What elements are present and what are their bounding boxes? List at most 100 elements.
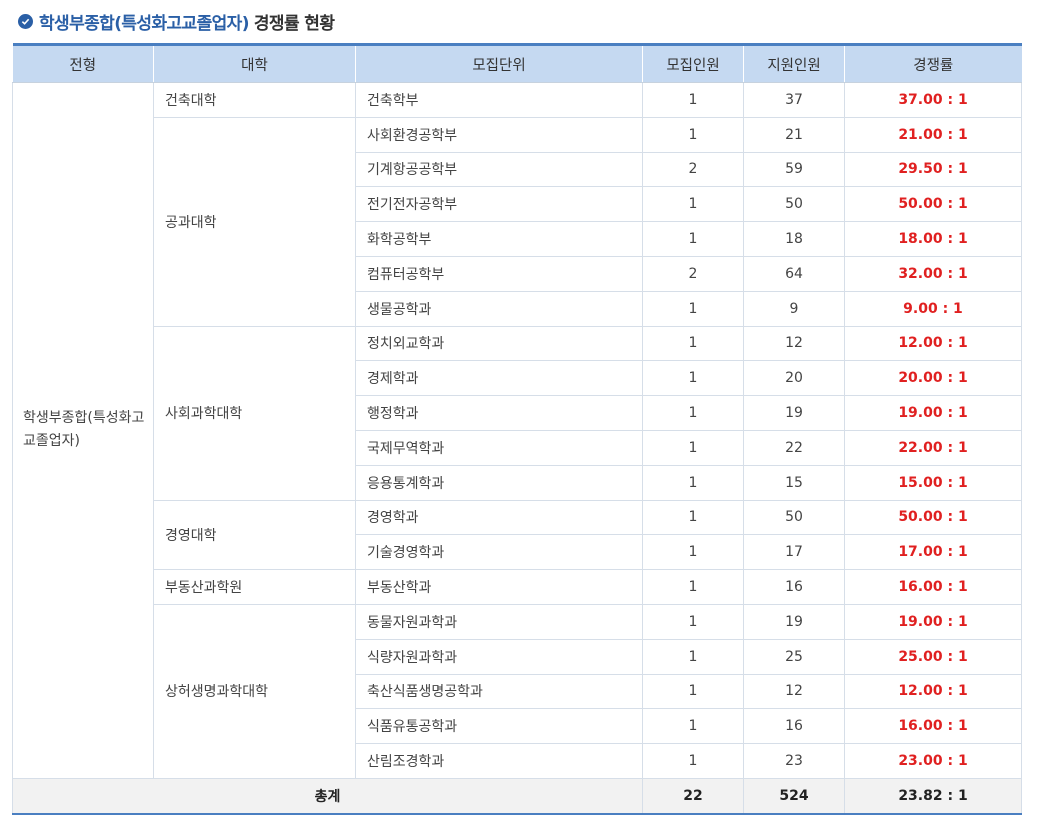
quota-cell: 1 (642, 500, 744, 536)
applicants-cell: 59 (743, 152, 845, 188)
unit-cell: 행정학과 (355, 395, 643, 431)
quota-cell: 1 (642, 569, 744, 605)
section-title-primary: 학생부종합(특성화고교졸업자) (39, 14, 249, 34)
applicants-cell: 23 (743, 743, 845, 779)
rate-cell: 19.00 : 1 (844, 395, 1022, 431)
unit-cell: 컴퓨터공학부 (355, 256, 643, 292)
quota-cell: 1 (642, 117, 744, 153)
unit-cell: 축산식품생명공학과 (355, 674, 643, 710)
quota-cell: 1 (642, 639, 744, 675)
rate-cell: 23.00 : 1 (844, 743, 1022, 779)
college-cell: 공과대학 (153, 117, 356, 327)
rate-cell: 19.00 : 1 (844, 604, 1022, 640)
rate-cell: 32.00 : 1 (844, 256, 1022, 292)
unit-cell: 경영학과 (355, 500, 643, 536)
applicants-cell: 21 (743, 117, 845, 153)
applicants-cell: 50 (743, 186, 845, 223)
quota-cell: 1 (642, 221, 744, 257)
table-body: 학생부종합(특성화고교졸업자) 건축대학 건축학부 1 37 37.00 : 1 공과대학 사… (12, 82, 1022, 779)
applicants-cell: 18 (743, 221, 845, 257)
quota-cell: 1 (642, 708, 744, 745)
college-cell: 사회과학대학 (153, 326, 356, 501)
college-cell: 상허생명과학대학 (153, 604, 356, 779)
rate-cell: 12.00 : 1 (844, 326, 1022, 362)
header-cell: 전형 (12, 43, 154, 83)
rate-cell: 12.00 : 1 (844, 674, 1022, 710)
applicants-cell: 20 (743, 360, 845, 397)
applicants-cell: 12 (743, 326, 845, 362)
unit-cell: 전기전자공학부 (355, 186, 643, 223)
check-circle-icon (18, 14, 33, 29)
rate-cell: 25.00 : 1 (844, 639, 1022, 675)
header-cell: 모집단위 (355, 43, 643, 83)
applicants-cell: 15 (743, 465, 845, 501)
header-cell: 지원인원 (743, 43, 845, 83)
rate-cell: 22.00 : 1 (844, 430, 1022, 466)
applicants-cell: 25 (743, 639, 845, 675)
college-cell: 부동산과학원 (153, 569, 356, 605)
unit-cell: 경제학과 (355, 360, 643, 397)
applicants-cell: 16 (743, 708, 845, 745)
unit-cell: 식품유통공학과 (355, 708, 643, 745)
section-title: 학생부종합(특성화고교졸업자) 경쟁률 현황 (18, 9, 335, 34)
quota-cell: 1 (642, 674, 744, 710)
unit-cell: 사회환경공학부 (355, 117, 643, 153)
applicants-cell: 16 (743, 569, 845, 605)
unit-cell: 기계항공공학부 (355, 152, 643, 188)
rate-cell: 21.00 : 1 (844, 117, 1022, 153)
unit-cell: 동물자원과학과 (355, 604, 643, 640)
quota-cell: 1 (642, 82, 744, 118)
competition-rate-table: 전형 대학 모집단위 모집인원 지원인원 경쟁률 학생부종합(특성화고교졸업자)… (12, 43, 1022, 815)
total-label: 총계 (12, 778, 643, 815)
table-row: 공과대학 사회환경공학부 1 21 21.00 : 1 (13, 117, 1022, 327)
college-cell: 건축대학 (153, 82, 356, 118)
unit-cell: 식량자원과학과 (355, 639, 643, 675)
unit-cell: 국제무역학과 (355, 430, 643, 466)
unit-cell: 산림조경학과 (355, 743, 643, 779)
applicants-cell: 17 (743, 534, 845, 571)
section-title-secondary: 경쟁률 현황 (253, 14, 335, 34)
header-cell: 대학 (153, 43, 356, 83)
rate-cell: 29.50 : 1 (844, 152, 1022, 188)
quota-cell: 1 (642, 186, 744, 223)
total-quota: 22 (642, 778, 744, 815)
header-cell: 경쟁률 (844, 43, 1022, 83)
quota-cell: 1 (642, 291, 744, 327)
table-row: 학생부종합(특성화고교졸업자) 건축대학 건축학부 1 37 37.00 : 1 (12, 82, 1022, 779)
unit-cell: 건축학부 (355, 82, 643, 118)
header-cell: 모집인원 (642, 43, 744, 83)
unit-cell: 화학공학부 (355, 221, 643, 257)
applicants-cell: 50 (743, 500, 845, 536)
applicants-cell: 9 (743, 291, 845, 327)
table-row: 상허생명과학대학 동물자원과학과 1 19 19.00 : 1 (13, 604, 1022, 779)
quota-cell: 1 (642, 534, 744, 571)
quota-cell: 1 (642, 430, 744, 466)
unit-cell: 기술경영학과 (355, 534, 643, 571)
applicants-cell: 12 (743, 674, 845, 710)
rate-cell: 37.00 : 1 (844, 82, 1022, 118)
total-applicants: 524 (743, 778, 845, 815)
rate-cell: 50.00 : 1 (844, 186, 1022, 223)
quota-cell: 1 (642, 326, 744, 362)
quota-cell: 1 (642, 360, 744, 397)
rate-cell: 15.00 : 1 (844, 465, 1022, 501)
rate-cell: 50.00 : 1 (844, 500, 1022, 536)
rate-cell: 16.00 : 1 (844, 569, 1022, 605)
unit-cell: 응용통계학과 (355, 465, 643, 501)
quota-cell: 1 (642, 604, 744, 640)
table-row: 사회과학대학 정치외교학과 1 12 12.00 : 1 (13, 326, 1022, 501)
college-cell: 경영대학 (153, 500, 356, 571)
total-row: 총계 22 524 23.82 : 1 (12, 778, 1022, 815)
applicants-cell: 19 (743, 604, 845, 640)
unit-cell: 생물공학과 (355, 291, 643, 327)
applicants-cell: 64 (743, 256, 845, 292)
applicants-cell: 19 (743, 395, 845, 431)
quota-cell: 2 (642, 256, 744, 292)
rate-cell: 20.00 : 1 (844, 360, 1022, 397)
rate-cell: 17.00 : 1 (844, 534, 1022, 571)
applicants-cell: 37 (743, 82, 845, 118)
total-rate: 23.82 : 1 (844, 778, 1022, 815)
table-row: 경영대학 경영학과 1 50 50.00 : 1 (13, 500, 1022, 571)
table-row: 부동산과학원 부동산학과 1 16 16.00 : 1 (13, 569, 1022, 605)
applicants-cell: 22 (743, 430, 845, 466)
